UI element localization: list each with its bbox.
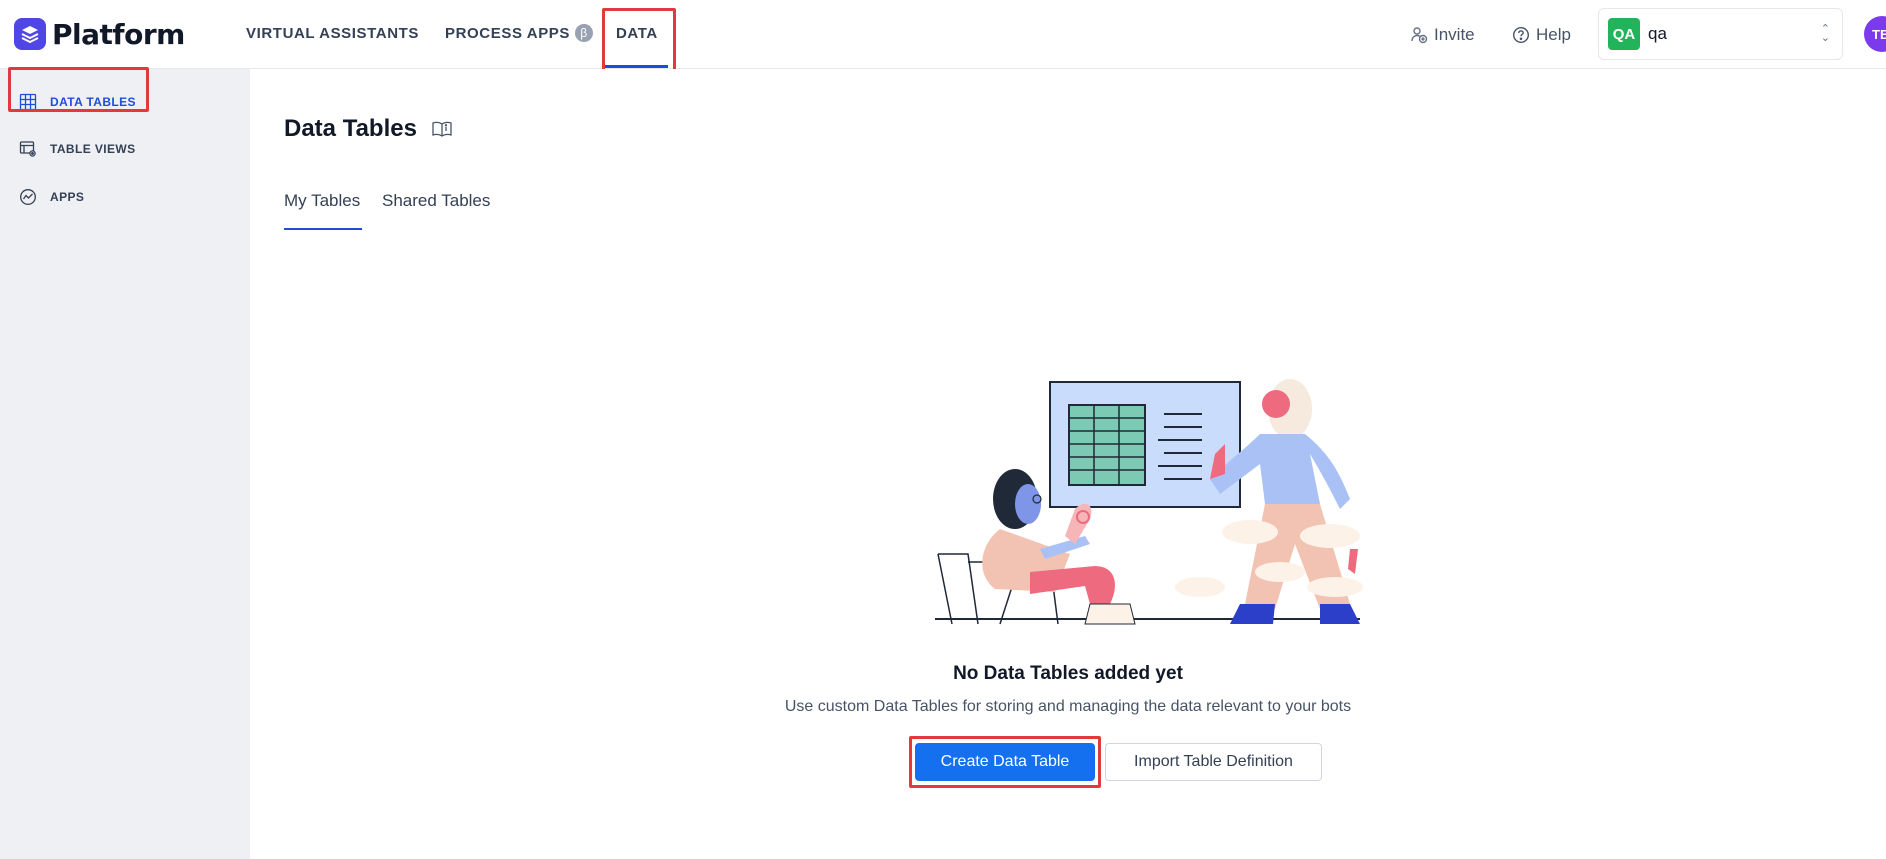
page-title: Data Tables [284, 115, 453, 143]
invite-button[interactable]: Invite [1410, 0, 1475, 69]
beta-badge: β [575, 24, 594, 42]
nav-data[interactable]: DATA [616, 0, 658, 66]
invite-user-icon [1410, 26, 1428, 44]
tab-my-tables[interactable]: My Tables [284, 191, 360, 211]
sidebar-item-label: APPS [50, 190, 85, 204]
sidebar-item-data-tables[interactable]: DATA TABLES [18, 87, 136, 117]
help-circle-icon [1512, 26, 1530, 44]
import-table-definition-button[interactable]: Import Table Definition [1105, 743, 1322, 781]
layers-logo-icon [14, 18, 46, 50]
nav-active-indicator [604, 65, 668, 68]
top-header: Platform VIRTUAL ASSISTANTS PROCESS APPS… [0, 0, 1886, 79]
workspace-avatar: QA [1608, 18, 1640, 50]
sidebar-item-apps[interactable]: APPS [18, 182, 84, 212]
help-button[interactable]: Help [1512, 0, 1571, 69]
nav-label: DATA [616, 24, 658, 42]
page-title-text: Data Tables [284, 115, 417, 142]
workspace-selector[interactable]: QA qa ⌃ ⌄ [1598, 8, 1843, 60]
empty-state-description: Use custom Data Tables for storing and m… [784, 698, 1352, 715]
nav-virtual-assistants[interactable]: VIRTUAL ASSISTANTS [246, 0, 419, 66]
documentation-book-icon[interactable] [431, 120, 453, 138]
nav-label: VIRTUAL ASSISTANTS [246, 24, 420, 42]
sidebar-item-label: TABLE VIEWS [50, 142, 136, 156]
main-content: Data Tables My Tables Shared Tables No D… [250, 69, 1886, 859]
table-settings-icon [18, 139, 38, 159]
empty-state-title: No Data Tables added yet [953, 663, 1183, 684]
tab-active-indicator [284, 228, 362, 230]
chevron-up-down-icon: ⌃ ⌄ [1820, 23, 1830, 44]
workspace-name: qa [1648, 24, 1667, 43]
table-grid-icon [18, 92, 38, 112]
sidebar: DATA TABLES TABLE VIEWS APPS [0, 67, 250, 859]
sidebar-item-table-views[interactable]: TABLE VIEWS [18, 134, 136, 164]
nav-label: PROCESS APPS [445, 24, 571, 42]
create-data-table-button[interactable]: Create Data Table [915, 743, 1095, 781]
apps-gauge-icon [18, 187, 38, 207]
help-label: Help [1536, 24, 1571, 44]
invite-label: Invite [1434, 24, 1475, 44]
brand-logo[interactable]: Platform [14, 16, 185, 52]
empty-state-illustration [935, 379, 1363, 625]
sidebar-item-label: DATA TABLES [50, 95, 136, 109]
tab-shared-tables[interactable]: Shared Tables [382, 191, 490, 211]
user-avatar[interactable]: TE [1864, 16, 1886, 52]
brand-name: Platform [52, 17, 185, 51]
nav-process-apps[interactable]: PROCESS APPS β [445, 0, 594, 66]
